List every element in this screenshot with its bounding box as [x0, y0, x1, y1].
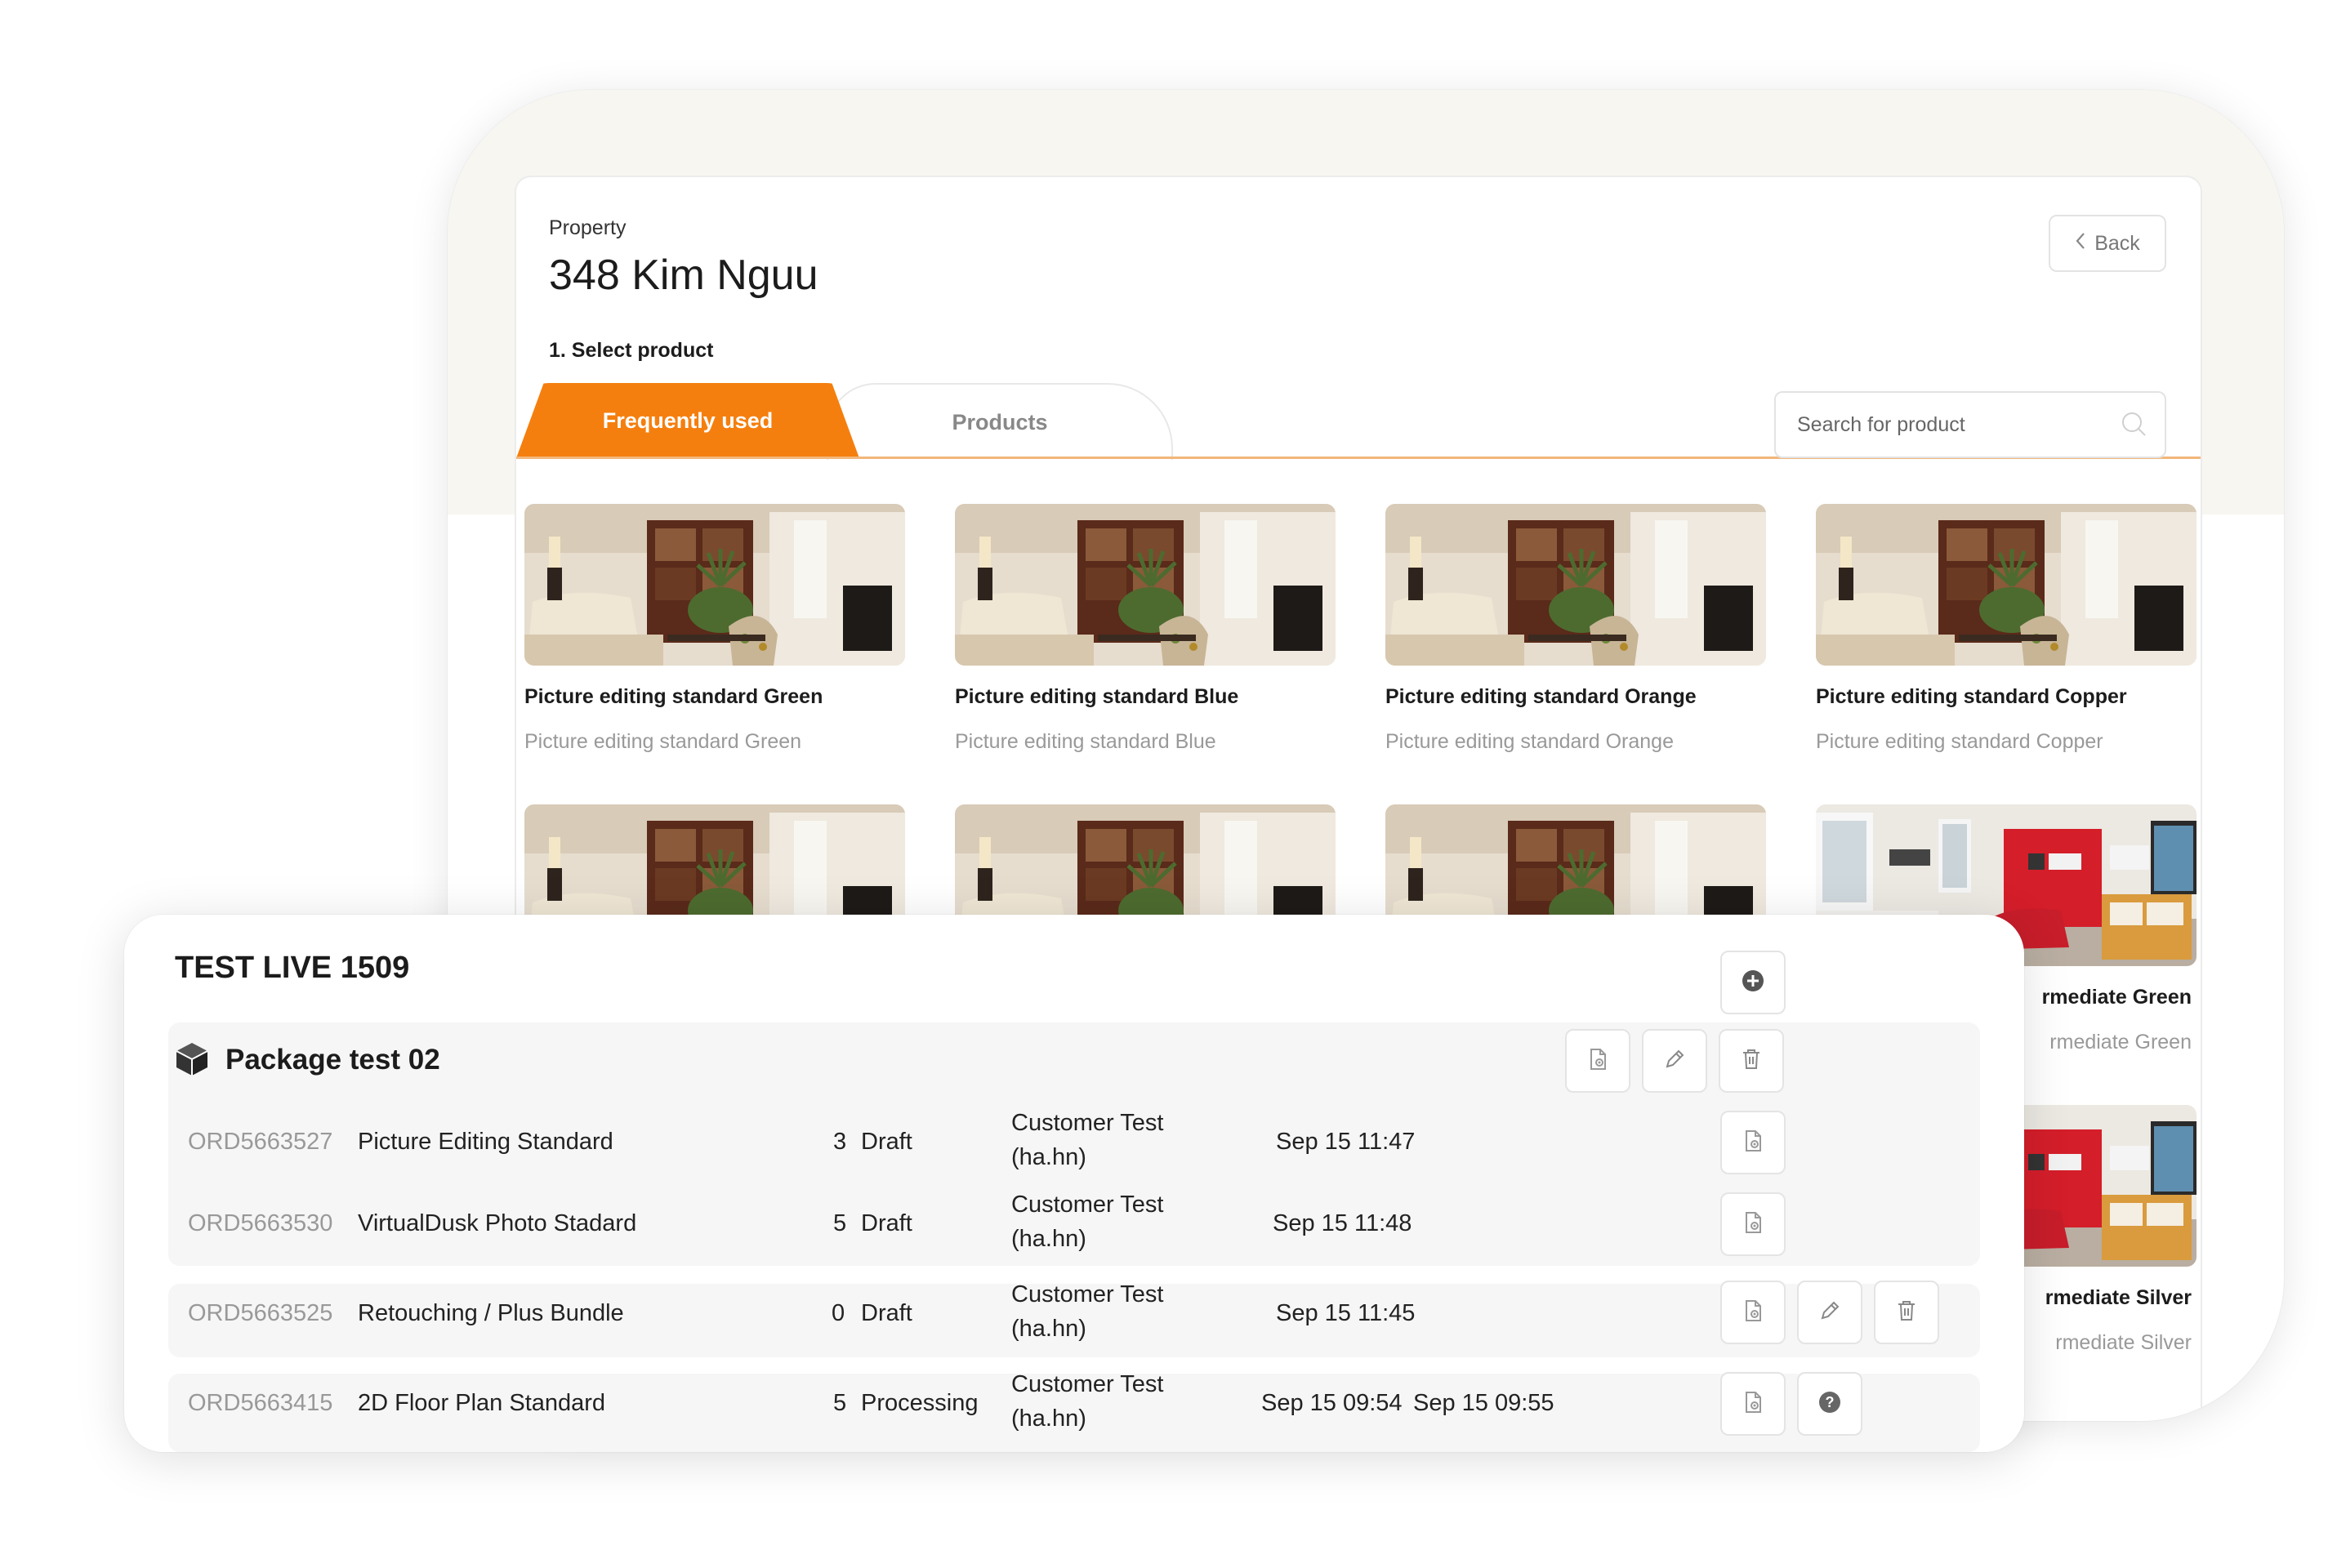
order-created: Sep 15 11:48 [1273, 1210, 1412, 1236]
order-id: ORD5663527 [188, 1129, 333, 1155]
order-edit-button[interactable] [1797, 1281, 1862, 1344]
order-created: Sep 15 11:45 [1276, 1300, 1416, 1326]
product-card[interactable]: Picture editing standard Green Picture e… [524, 504, 905, 754]
order-product: VirtualDusk Photo Stadard [358, 1210, 637, 1236]
property-label: Property [549, 216, 627, 239]
order-id: ORD5663530 [188, 1210, 333, 1236]
product-subtitle: Picture editing standard Copper [1816, 730, 2103, 753]
product-card[interactable]: Picture editing standard Blue Picture ed… [955, 504, 1336, 754]
tab-frequently-used[interactable]: Frequently used [516, 383, 859, 458]
order-id: ORD5663525 [188, 1300, 333, 1326]
back-button-label: Back [2094, 231, 2140, 255]
package-title: Package test 02 [225, 1044, 440, 1076]
product-title: Picture editing standard Orange [1385, 685, 1697, 708]
order-product: Picture Editing Standard [358, 1129, 613, 1155]
product-title: Picture editing standard Green [524, 685, 823, 708]
product-card[interactable]: Picture editing standard Orange Picture … [1385, 504, 1766, 754]
order-customer-handle: (ha.hn) [1011, 1316, 1086, 1342]
product-subtitle: Picture editing standard Blue [955, 730, 1216, 753]
order-completed: Sep 15 09:55 [1413, 1390, 1554, 1416]
tab-frequently-used-label: Frequently used [602, 408, 774, 433]
product-subtitle: Picture editing standard Orange [1385, 730, 1674, 753]
order-view-button[interactable] [1720, 1372, 1786, 1436]
product-title: Picture editing standard Copper [1816, 685, 2127, 708]
order-view-button[interactable] [1720, 1192, 1786, 1256]
document-view-icon [1741, 1210, 1765, 1239]
product-photo [1816, 504, 2197, 666]
product-tabs: Products Frequently used [516, 383, 1333, 460]
package-delete-button[interactable] [1719, 1029, 1784, 1093]
product-card[interactable]: Picture editing standard Copper Picture … [1816, 504, 2197, 754]
product-subtitle: Picture editing standard Green [524, 730, 802, 753]
order-created: Sep 15 11:47 [1276, 1129, 1416, 1155]
order-group-title: TEST LIVE 1509 [175, 951, 410, 985]
order-help-button[interactable]: ? [1797, 1372, 1862, 1436]
product-photo [955, 504, 1336, 666]
order-customer: Customer Test [1011, 1110, 1164, 1136]
trash-icon [1739, 1047, 1764, 1076]
order-qty: 5 [833, 1390, 847, 1416]
order-qty: 5 [833, 1210, 847, 1236]
order-product: 2D Floor Plan Standard [358, 1390, 606, 1416]
document-view-icon [1741, 1390, 1765, 1419]
order-status: Draft [861, 1210, 912, 1236]
add-order-button[interactable] [1720, 951, 1786, 1014]
order-customer-handle: (ha.hn) [1011, 1226, 1086, 1252]
order-customer: Customer Test [1011, 1371, 1164, 1397]
order-status: Processing [861, 1390, 979, 1416]
document-view-icon [1586, 1047, 1610, 1076]
order-customer: Customer Test [1011, 1281, 1164, 1307]
product-title: Picture editing standard Blue [955, 685, 1239, 708]
product-photo [1385, 504, 1766, 666]
chevron-left-icon [2075, 232, 2086, 256]
plus-circle-icon [1741, 969, 1765, 997]
order-delete-button[interactable] [1874, 1281, 1939, 1344]
tab-products[interactable]: Products [827, 383, 1173, 460]
question-circle-icon: ? [1818, 1391, 1841, 1418]
order-view-button[interactable] [1720, 1111, 1786, 1174]
order-customer: Customer Test [1011, 1192, 1164, 1218]
back-button[interactable]: Back [2049, 215, 2166, 272]
order-panel: TEST LIVE 1509 Package test 02 ORD566352… [124, 915, 2024, 1452]
order-id: ORD5663415 [188, 1390, 333, 1416]
search-input[interactable] [1795, 408, 2101, 442]
search-icon[interactable] [2121, 411, 2146, 436]
document-view-icon [1741, 1298, 1765, 1327]
order-product: Retouching / Plus Bundle [358, 1300, 624, 1326]
package-view-button[interactable] [1565, 1029, 1630, 1093]
tab-products-label: Products [952, 409, 1048, 434]
step-heading: 1. Select product [549, 339, 714, 362]
order-view-button[interactable] [1720, 1281, 1786, 1344]
document-view-icon [1741, 1129, 1765, 1157]
svg-text:?: ? [1826, 1394, 1835, 1410]
pencil-icon [1817, 1298, 1842, 1327]
product-search [1774, 391, 2166, 458]
box-icon [173, 1040, 211, 1082]
order-qty: 3 [833, 1129, 847, 1155]
order-status: Draft [861, 1300, 912, 1326]
property-title: 348 Kim Nguu [549, 252, 818, 299]
product-photo [524, 504, 905, 666]
package-edit-button[interactable] [1642, 1029, 1707, 1093]
order-customer-handle: (ha.hn) [1011, 1144, 1086, 1170]
order-created: Sep 15 09:54 [1261, 1390, 1403, 1416]
order-qty: 0 [832, 1300, 845, 1326]
order-customer-handle: (ha.hn) [1011, 1405, 1086, 1432]
pencil-icon [1662, 1047, 1687, 1076]
order-status: Draft [861, 1129, 912, 1155]
trash-icon [1894, 1298, 1919, 1327]
